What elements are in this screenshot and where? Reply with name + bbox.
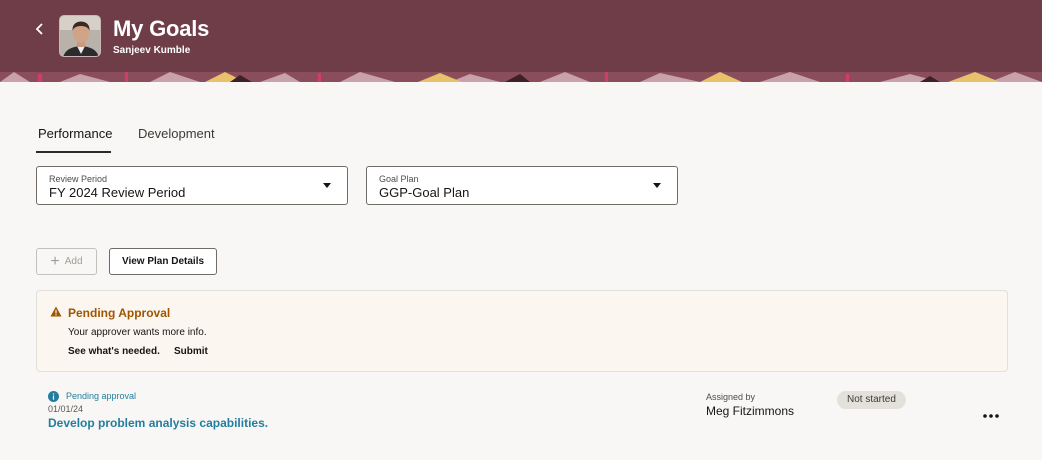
plus-icon: + xyxy=(50,252,60,270)
goal-title-link[interactable]: Develop problem analysis capabilities. xyxy=(48,416,268,430)
add-button[interactable]: + Add xyxy=(36,248,97,275)
status-badge: Not started xyxy=(837,391,906,409)
tab-development[interactable]: Development xyxy=(138,126,215,141)
pending-approval-title: Pending Approval xyxy=(68,306,171,320)
more-actions-icon[interactable] xyxy=(982,408,1000,426)
goal-date: 01/01/24 xyxy=(48,404,84,414)
goal-plan-select[interactable]: Goal Plan GGP-Goal Plan xyxy=(366,166,678,205)
page-header: My Goals Sanjeev Kumble xyxy=(0,0,1042,82)
review-period-label: Review Period xyxy=(49,174,108,184)
assigned-by-label: Assigned by xyxy=(706,392,756,402)
see-whats-needed-link[interactable]: See what's needed. xyxy=(68,346,160,357)
info-icon xyxy=(48,391,59,402)
ellipsis-icon xyxy=(983,414,999,418)
assigned-by-value: Meg Fitzimmons xyxy=(706,404,795,418)
review-period-select[interactable]: Review Period FY 2024 Review Period xyxy=(36,166,348,205)
view-plan-details-button[interactable]: View Plan Details xyxy=(109,248,217,275)
user-name: Sanjeev Kumble xyxy=(113,45,191,56)
warning-icon xyxy=(50,306,62,317)
add-button-label: Add xyxy=(64,256,83,267)
goal-plan-value: GGP-Goal Plan xyxy=(379,185,470,200)
avatar xyxy=(59,15,101,57)
review-period-value: FY 2024 Review Period xyxy=(49,185,186,200)
active-tab-indicator xyxy=(36,151,111,153)
submit-link[interactable]: Submit xyxy=(174,346,208,357)
tab-performance[interactable]: Performance xyxy=(38,126,112,141)
caret-down-icon xyxy=(323,183,331,188)
pending-approval-message: Your approver wants more info. xyxy=(68,327,207,338)
chevron-left-icon[interactable] xyxy=(32,18,48,40)
pending-approval-banner: Pending Approval Your approver wants mor… xyxy=(36,290,1008,372)
goal-plan-label: Goal Plan xyxy=(379,174,419,184)
goal-status-text: Pending approval xyxy=(66,391,137,401)
decorative-banner xyxy=(0,72,1042,82)
caret-down-icon xyxy=(653,183,661,188)
page-title: My Goals xyxy=(113,16,210,41)
goal-list-item: Pending approval 01/01/24 Develop proble… xyxy=(36,388,1008,448)
